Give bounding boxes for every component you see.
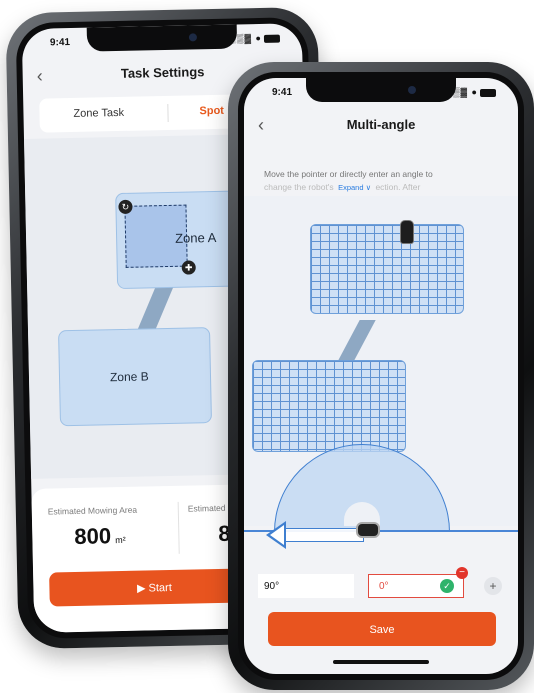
- home-indicator: [333, 660, 429, 664]
- instruction-line-2-start: change the robot's: [264, 182, 334, 192]
- estimated-area-label: Estimated Mowing Area: [47, 504, 138, 517]
- mowing-zone-grid-a: [310, 224, 464, 314]
- back-chevron-icon[interactable]: ‹: [258, 108, 264, 142]
- estimated-area-value: 800 m²: [74, 523, 126, 550]
- phone-multi-angle: 9:41 ░▒▓ ● ‹ Multi-angle Move the pointe…: [228, 62, 534, 690]
- phone-bezel: 9:41 ░▒▓ ● ‹ Multi-angle Move the pointe…: [238, 72, 524, 680]
- battery-icon: [263, 34, 281, 43]
- notch: [86, 24, 238, 52]
- page-title: Multi-angle: [346, 117, 416, 132]
- expand-link[interactable]: Expand ∨: [336, 183, 374, 192]
- camera-icon: [408, 86, 416, 94]
- remove-angle-icon[interactable]: −: [456, 567, 468, 579]
- zone-a-label: Zone A: [174, 229, 217, 246]
- tab-zone-task[interactable]: Zone Task: [73, 107, 124, 120]
- instruction-line-2-end: ection. After: [375, 182, 421, 192]
- tab-divider: [167, 103, 169, 122]
- nav-bar: ‹ Multi-angle: [244, 108, 518, 142]
- save-button[interactable]: Save: [268, 612, 496, 646]
- status-time: 9:41: [272, 87, 293, 98]
- zone-b[interactable]: Zone B: [58, 327, 213, 427]
- battery-icon: [480, 88, 496, 97]
- add-angle-button[interactable]: +: [484, 577, 502, 595]
- angle-input-row: ✓ − +: [258, 567, 504, 600]
- zone-b-label: Zone B: [109, 369, 149, 385]
- robot-mower-icon: [400, 220, 414, 244]
- instruction-line-1: Move the pointer or directly enter an an…: [264, 169, 433, 179]
- estimate-divider: [177, 501, 180, 554]
- screen-multi-angle: 9:41 ░▒▓ ● ‹ Multi-angle Move the pointe…: [244, 78, 518, 674]
- robot-pointer-icon[interactable]: [356, 522, 380, 538]
- back-chevron-icon[interactable]: ‹: [36, 59, 43, 93]
- connecting-path: [336, 320, 376, 364]
- area-number: 800: [74, 523, 112, 550]
- instruction-line-2: change the robot's Expand ∨ ection. Afte…: [264, 181, 504, 194]
- tab-spot[interactable]: Spot: [199, 105, 224, 118]
- arrow-head-fill: [270, 525, 284, 545]
- page-title: Task Settings: [120, 64, 205, 81]
- estimated-time-label: Estimated: [187, 502, 226, 514]
- instruction-text: Move the pointer or directly enter an an…: [264, 168, 504, 194]
- move-handle-icon[interactable]: ✚: [181, 260, 196, 275]
- signal-wifi-icon: ░▒▓ ●: [230, 33, 281, 44]
- angle-input-1[interactable]: [258, 574, 354, 598]
- angle-map[interactable]: [244, 196, 518, 549]
- direction-arrow-shaft[interactable]: [282, 528, 364, 542]
- notch: [306, 78, 456, 102]
- mowing-zone-grid-b: [252, 360, 406, 452]
- camera-icon: [188, 33, 198, 42]
- check-icon: ✓: [440, 579, 454, 593]
- status-time: 9:41: [49, 36, 71, 49]
- area-unit: m²: [115, 534, 126, 546]
